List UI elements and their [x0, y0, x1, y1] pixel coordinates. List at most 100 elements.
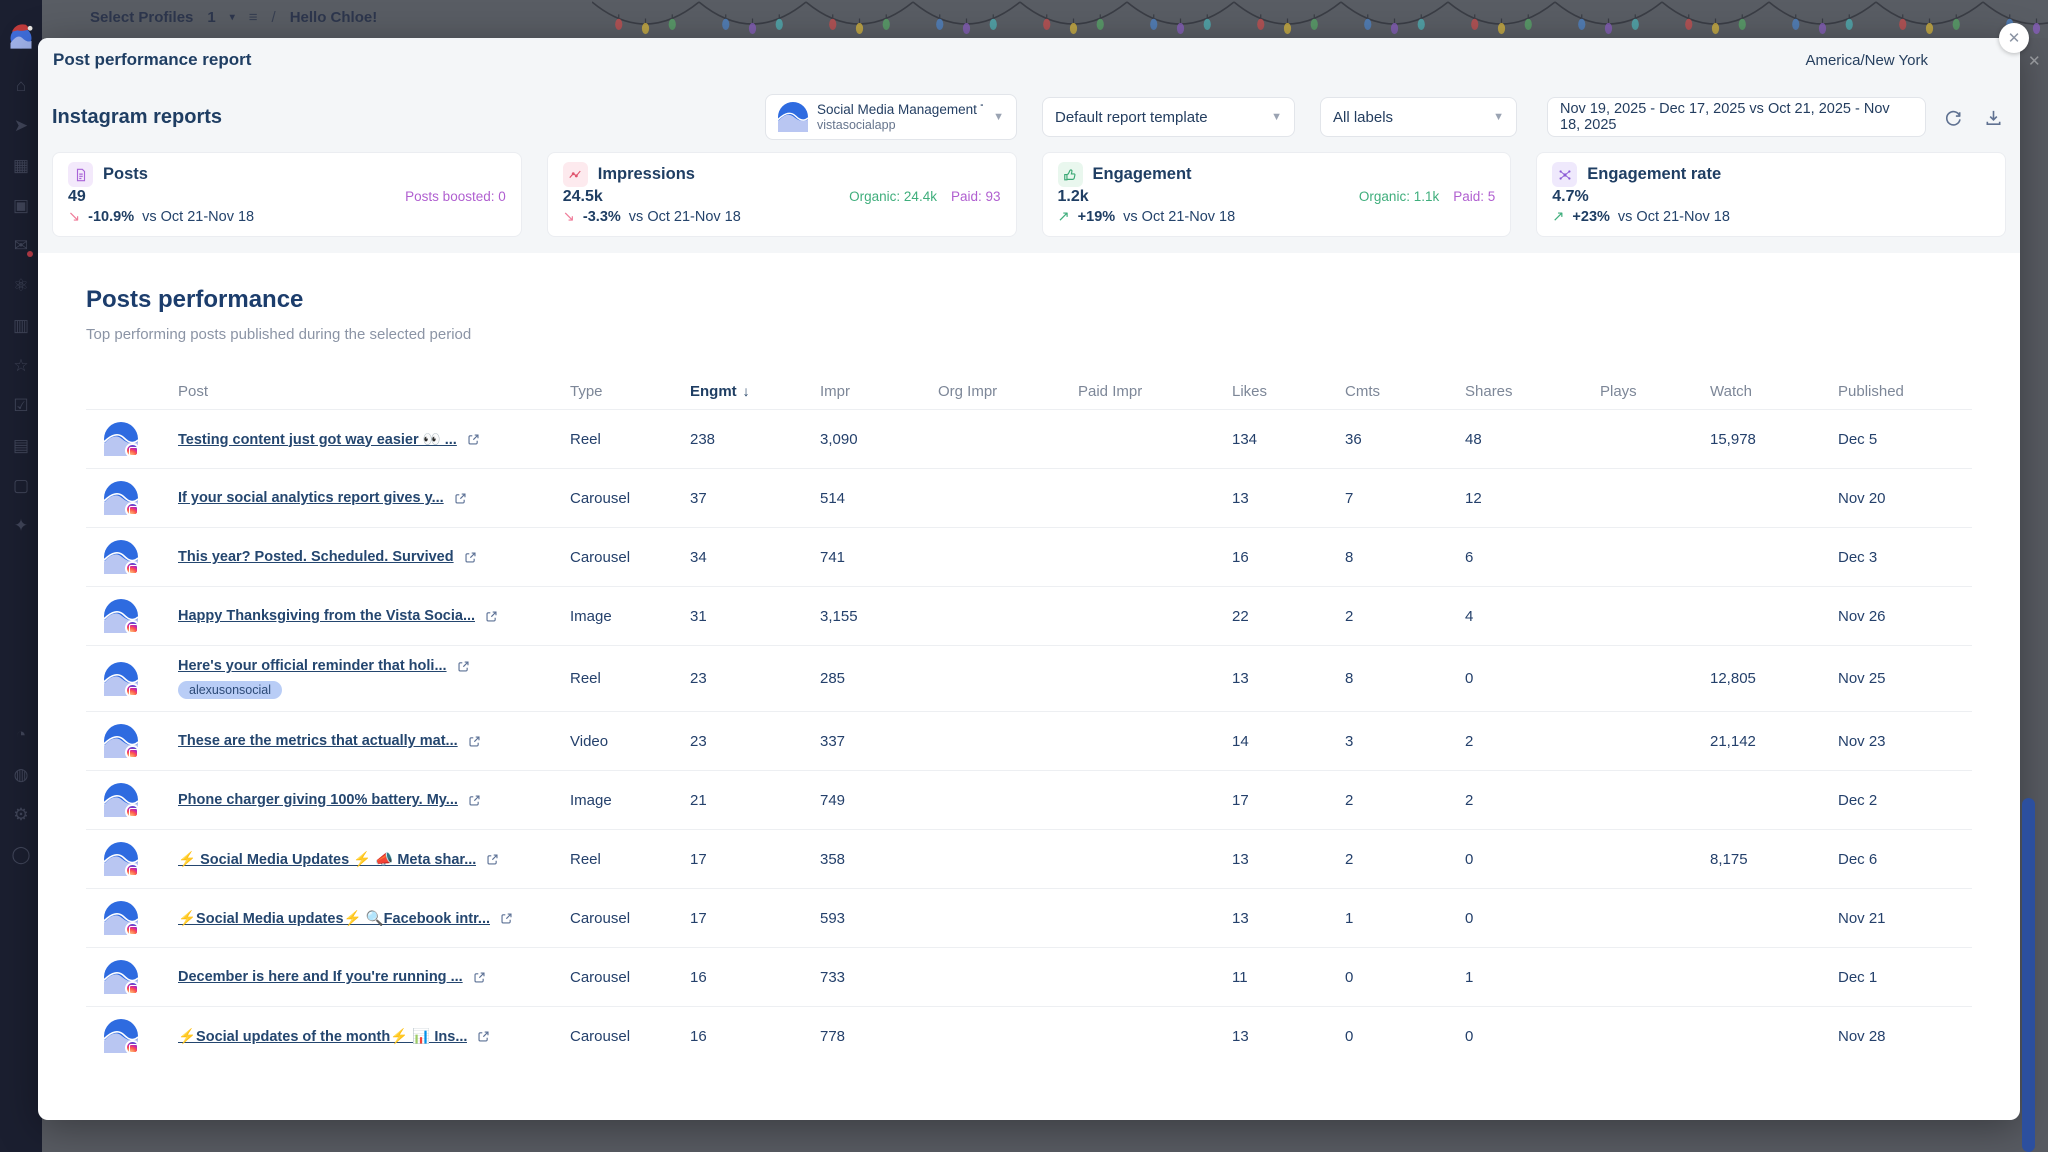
cell-engagement: 23: [690, 670, 820, 687]
external-link-icon[interactable]: [485, 610, 498, 623]
post-performance-report-modal: Post performance report America/New York…: [38, 38, 2020, 1120]
sidebar-item-reviews-icon[interactable]: ☆: [0, 346, 42, 386]
external-link-icon[interactable]: [467, 433, 480, 446]
cell-shares: 0: [1465, 1028, 1600, 1045]
column-header-paid_impr[interactable]: Paid Impr: [1078, 383, 1232, 400]
external-link-icon[interactable]: [457, 660, 470, 673]
engagement-metric-card: Engagement 1.2k Organic: 1.1k Paid: 5 ↗ …: [1042, 152, 1512, 237]
column-header-likes[interactable]: Likes: [1232, 383, 1345, 400]
instagram-badge-icon: [125, 863, 140, 878]
organic-engagement-label: Organic: 1.1k: [1359, 189, 1439, 204]
column-header-title[interactable]: Post: [178, 383, 570, 400]
cell-watch: 12,805: [1710, 670, 1838, 687]
instagram-badge-icon: [125, 561, 140, 576]
column-header-type[interactable]: Type: [570, 383, 690, 400]
trend-percent: -3.3%: [583, 209, 621, 225]
sidebar-item-help-icon[interactable]: ◔: [0, 715, 42, 755]
report-template-dropdown[interactable]: Default report template ▼: [1042, 97, 1295, 137]
post-link[interactable]: If your social analytics report gives y.…: [178, 490, 444, 506]
external-link-icon[interactable]: [454, 492, 467, 505]
external-link-icon[interactable]: [468, 735, 481, 748]
column-header-org_impr[interactable]: Org Impr: [938, 383, 1078, 400]
document-icon: [68, 162, 93, 187]
external-link-icon[interactable]: [464, 551, 477, 564]
cell-type: Carousel: [570, 490, 690, 507]
post-link[interactable]: Happy Thanksgiving from the Vista Socia.…: [178, 608, 475, 624]
sidebar-item-advocacy-icon[interactable]: ✦: [0, 506, 42, 546]
post-link[interactable]: Testing content just got way easier 👀 ..…: [178, 431, 457, 448]
sidebar-item-account-icon[interactable]: ◯: [0, 835, 42, 875]
card-title: Posts: [103, 165, 148, 184]
sidebar-item-inbox-icon[interactable]: ✉: [0, 226, 42, 266]
notification-dot: [27, 251, 33, 257]
vista-social-logo[interactable]: [7, 22, 35, 50]
cell-likes: 14: [1232, 733, 1345, 750]
sidebar-item-notifications-icon[interactable]: ◍: [0, 755, 42, 795]
card-title: Impressions: [598, 165, 695, 184]
profile-avatar: [104, 783, 138, 817]
column-header-shares[interactable]: Shares: [1465, 383, 1600, 400]
close-icon[interactable]: ✕: [2028, 52, 2041, 70]
column-header-engmt[interactable]: Engmt↓: [690, 383, 820, 400]
posts-boosted-label: Posts boosted: 0: [405, 189, 506, 204]
cell-shares: 1: [1465, 969, 1600, 986]
post-link[interactable]: ⚡Social updates of the month⚡ 📊 Ins...: [178, 1028, 467, 1045]
column-header-watch[interactable]: Watch: [1710, 383, 1838, 400]
labels-filter-dropdown[interactable]: All labels ▼: [1320, 97, 1517, 137]
line-chart-icon: [563, 162, 588, 187]
post-link[interactable]: ⚡Social Media updates⚡ 🔍Facebook intr...: [178, 910, 490, 927]
profile-selector-dropdown[interactable]: Social Media Management Tool vistasocial…: [765, 94, 1017, 140]
post-link[interactable]: These are the metrics that actually mat.…: [178, 733, 458, 749]
organic-impressions-label: Organic: 24.4k: [849, 189, 937, 204]
cell-shares: 0: [1465, 910, 1600, 927]
page-scrollbar[interactable]: [2022, 798, 2035, 1152]
instagram-reports-heading: Instagram reports: [52, 106, 222, 129]
section-subtitle: Top performing posts published during th…: [86, 326, 1972, 343]
external-link-icon[interactable]: [477, 1030, 490, 1043]
cell-likes: 22: [1232, 608, 1345, 625]
sidebar-item-connect-icon[interactable]: ⚛: [0, 266, 42, 306]
cell-published: Nov 20: [1838, 490, 1972, 507]
cell-comments: 36: [1345, 431, 1465, 448]
sidebar-item-tasks-icon[interactable]: ☑: [0, 386, 42, 426]
cell-impressions: 285: [820, 670, 938, 687]
column-header-impr[interactable]: Impr: [820, 383, 938, 400]
column-header-cmts[interactable]: Cmts: [1345, 383, 1465, 400]
sidebar-item-publish-icon[interactable]: ➤: [0, 106, 42, 146]
cell-comments: 8: [1345, 670, 1465, 687]
external-link-icon[interactable]: [468, 794, 481, 807]
card-title: Engagement rate: [1587, 165, 1721, 184]
sidebar-item-listening-icon[interactable]: ▥: [0, 306, 42, 346]
external-link-icon[interactable]: [500, 912, 513, 925]
post-link[interactable]: December is here and If you're running .…: [178, 969, 463, 985]
sidebar-item-calendar-icon[interactable]: ▦: [0, 146, 42, 186]
refresh-icon[interactable]: [1940, 104, 1966, 130]
cell-shares: 2: [1465, 733, 1600, 750]
metric-cards: Posts 49 Posts boosted: 0 ↘ -10.9% vs Oc…: [38, 152, 2020, 253]
comparison-period: vs Oct 21-Nov 18: [142, 209, 254, 225]
instagram-badge-icon: [125, 745, 140, 760]
date-range-picker[interactable]: Nov 19, 2025 - Dec 17, 2025 vs Oct 21, 2…: [1547, 97, 1926, 137]
sidebar-item-settings-icon[interactable]: ⚙: [0, 795, 42, 835]
external-link-icon[interactable]: [473, 971, 486, 984]
sidebar-item-company-icon[interactable]: ▢: [0, 466, 42, 506]
cell-comments: 2: [1345, 851, 1465, 868]
close-button[interactable]: ✕: [1999, 23, 2029, 53]
download-icon[interactable]: [1980, 104, 2006, 130]
external-link-icon[interactable]: [486, 853, 499, 866]
post-link[interactable]: ⚡ Social Media Updates ⚡ 📣 Meta shar...: [178, 851, 476, 868]
sidebar-item-apps-icon[interactable]: ▤: [0, 426, 42, 466]
sidebar-item-media-icon[interactable]: ▣: [0, 186, 42, 226]
menu-icon[interactable]: ≡: [249, 9, 258, 26]
table-row: ⚡ Social Media Updates ⚡ 📣 Meta shar... …: [86, 829, 1972, 888]
modal-title: Post performance report: [53, 50, 251, 70]
post-link[interactable]: Here's your official reminder that holi.…: [178, 658, 447, 674]
column-header-plays[interactable]: Plays: [1600, 383, 1710, 400]
select-profiles-label[interactable]: Select Profiles: [90, 9, 193, 26]
post-link[interactable]: This year? Posted. Scheduled. Survived: [178, 549, 454, 565]
column-header-published[interactable]: Published: [1838, 383, 1972, 400]
cell-engagement: 17: [690, 851, 820, 868]
sidebar-item-home-icon[interactable]: ⌂: [0, 66, 42, 106]
paid-engagement-label: Paid: 5: [1453, 189, 1495, 204]
post-link[interactable]: Phone charger giving 100% battery. My...: [178, 792, 458, 808]
